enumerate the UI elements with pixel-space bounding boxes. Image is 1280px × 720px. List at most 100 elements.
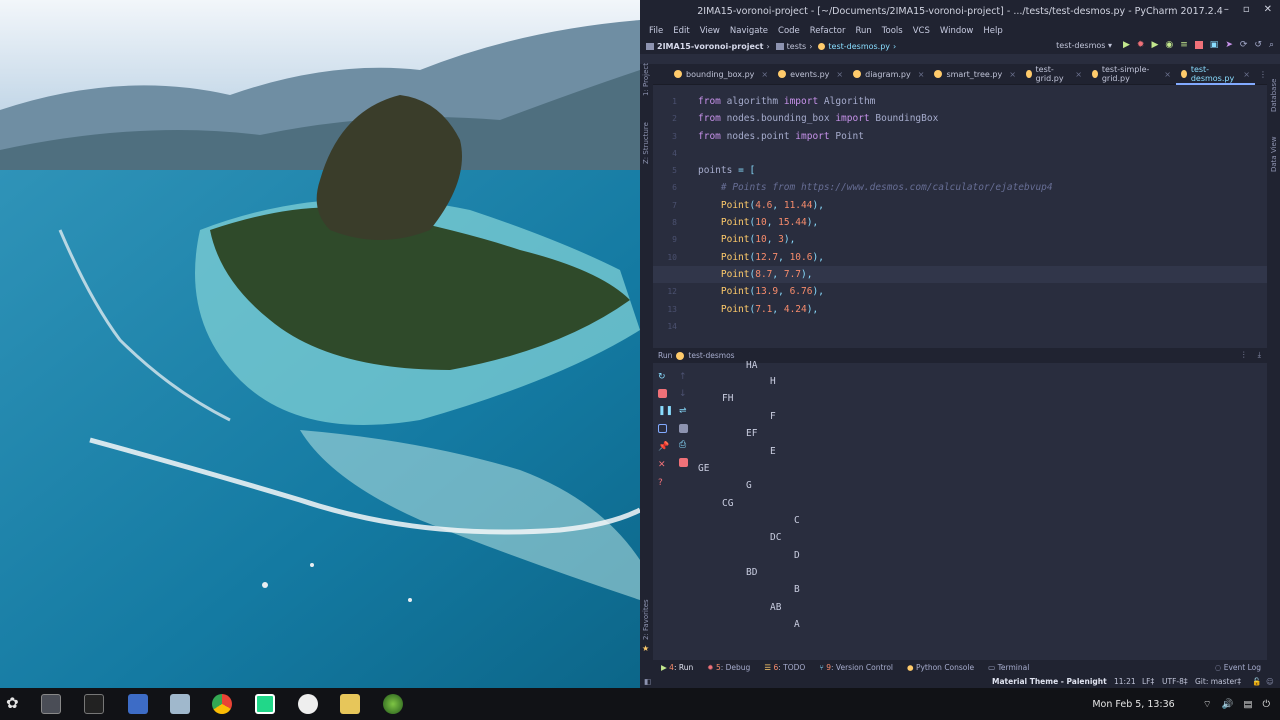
tab-version-control[interactable]: ⑂ 9: Version Control [819, 663, 893, 672]
scroll-down-icon[interactable]: ↓ [679, 389, 688, 399]
clock[interactable]: Mon Feb 5, 13:36 [1092, 699, 1174, 710]
menu-file[interactable]: File [645, 26, 669, 36]
mail-icon[interactable] [298, 694, 318, 714]
revert-icon[interactable]: ↺ [1254, 40, 1262, 50]
tab-smart-tree[interactable]: smart_tree.py × [929, 64, 1020, 85]
close-tab-icon[interactable]: × [918, 70, 925, 79]
soft-wrap-icon[interactable]: ⇌ [679, 406, 688, 416]
close-tab-icon[interactable]: × [761, 70, 768, 79]
help-icon[interactable]: ? [658, 478, 667, 488]
output-line: C [794, 515, 800, 526]
breadcrumb-project[interactable]: 2IMA15-voronoi-project › [646, 42, 770, 51]
file-encoding[interactable]: UTF-8‡ [1162, 677, 1188, 686]
vcs-update-icon[interactable]: ➤ [1225, 40, 1233, 50]
minimize-button[interactable]: – [1224, 4, 1229, 15]
code-editor[interactable]: 1 2 3 4 5 6 7 8 9 10 11 12 13 14 from al… [653, 86, 1267, 332]
pause-icon[interactable]: ❚❚ [658, 406, 673, 416]
menu-tools[interactable]: Tools [878, 26, 909, 36]
menu-help[interactable]: Help [979, 26, 1008, 36]
debug-icon[interactable]: ✹ [1137, 40, 1145, 50]
maximize-button[interactable]: ▫ [1243, 4, 1250, 15]
tool-window-project[interactable]: 1: Project [642, 63, 650, 96]
tab-terminal[interactable]: ▭ Terminal [988, 663, 1029, 672]
wifi-icon[interactable]: ⌔ [1203, 699, 1212, 710]
tab-bounding-box[interactable]: bounding_box.py × [669, 64, 773, 85]
layout-icon[interactable]: ◧ [644, 677, 651, 686]
tab-todo[interactable]: ☰ 6: TODO [764, 663, 805, 672]
power-icon[interactable]: ⏻ [1262, 699, 1270, 710]
inspector-icon[interactable]: ☺ [1266, 677, 1274, 686]
rerun-icon[interactable]: ↻ [658, 372, 667, 382]
git-branch[interactable]: Git: master‡ [1195, 677, 1241, 686]
app-menu-icon[interactable]: ✿ [6, 694, 26, 714]
profile-icon[interactable]: ◉ [1165, 40, 1173, 50]
theme-label[interactable]: Material Theme - Palenight [992, 677, 1107, 686]
close-tab-icon[interactable]: × [1009, 70, 1016, 79]
tool-window-dataview[interactable]: Data View [1270, 136, 1278, 172]
close-tab-icon[interactable]: × [1243, 70, 1250, 79]
breadcrumb-file[interactable]: test-desmos.py › [818, 42, 896, 51]
restore-layout-icon[interactable] [658, 424, 667, 433]
run-configuration-select[interactable]: test-desmos ▾ [1056, 41, 1112, 50]
tab-python-console[interactable]: ● Python Console [907, 663, 974, 672]
tool-window-structure[interactable]: Z: Structure [642, 122, 650, 164]
file-manager-icon[interactable] [128, 694, 148, 714]
event-log-button[interactable]: ◌ Event Log [1215, 663, 1261, 672]
project-structure-icon[interactable]: ▣ [1210, 40, 1219, 50]
tab-debug[interactable]: ✹ 5: Debug [707, 663, 750, 672]
menu-window[interactable]: Window [936, 26, 980, 36]
app-icon[interactable] [383, 694, 403, 714]
close-tab-icon[interactable]: × [1164, 70, 1171, 79]
line-separator[interactable]: LF‡ [1142, 677, 1154, 686]
settings-icon[interactable] [41, 694, 61, 714]
run-icon[interactable]: ▶ [1123, 40, 1130, 50]
menu-run[interactable]: Run [851, 26, 877, 36]
pycharm-icon[interactable] [255, 694, 275, 714]
breadcrumb-folder[interactable]: tests › [775, 42, 812, 51]
menu-refactor[interactable]: Refactor [806, 26, 852, 36]
stop-icon[interactable] [1194, 41, 1203, 49]
tab-test-grid[interactable]: test-grid.py × [1021, 64, 1087, 85]
hide-panel-icon[interactable]: ⤓ [1258, 350, 1261, 360]
search-icon[interactable]: ⌕ [1269, 40, 1274, 50]
more-tabs-icon[interactable]: ⋮ [1259, 70, 1267, 79]
run-config-tab[interactable]: test-desmos [688, 351, 734, 360]
run-coverage-icon[interactable]: ▶ [1151, 40, 1158, 50]
clear-all-icon[interactable] [679, 458, 688, 467]
tab-test-desmos[interactable]: test-desmos.py × [1175, 64, 1256, 85]
right-tool-strip: Database Data View [1267, 64, 1280, 674]
close-tab-icon[interactable]: × [836, 70, 843, 79]
scroll-to-end-icon[interactable] [679, 424, 688, 433]
terminal-icon[interactable] [84, 694, 104, 714]
line-number: 1 [672, 97, 677, 106]
caret-position[interactable]: 11:21 [1114, 677, 1136, 686]
close-button[interactable]: ✕ [1264, 4, 1272, 15]
clipboard-icon[interactable] [170, 694, 190, 714]
menu-vcs[interactable]: VCS [909, 26, 936, 36]
menu-edit[interactable]: Edit [669, 26, 695, 36]
panel-settings-icon[interactable]: ⋮ [1240, 350, 1248, 360]
pin-icon[interactable]: 📌 [658, 442, 669, 452]
tab-diagram[interactable]: diagram.py × [848, 64, 929, 85]
tool-window-database[interactable]: Database [1270, 79, 1278, 112]
concurrency-icon[interactable]: ≡ [1180, 40, 1188, 50]
volume-icon[interactable]: 🔊 [1222, 699, 1234, 710]
tool-window-favorites[interactable]: 2: Favorites [642, 599, 650, 640]
menu-view[interactable]: View [696, 26, 726, 36]
close-tab-icon[interactable]: × [1075, 70, 1082, 79]
scroll-up-icon[interactable]: ↑ [679, 372, 688, 382]
stop-icon[interactable] [658, 389, 667, 398]
tab-run[interactable]: ▶ 4: Run [661, 663, 693, 672]
lock-icon[interactable]: 🔓 [1252, 677, 1261, 686]
run-output-panel: ↻ ↑ ↓ ❚❚ ⇌ 📌 ⎙ ✕ ? HA H FH F EF E GE G C… [653, 360, 1267, 654]
tab-test-simple-grid[interactable]: test-simple-grid.py × [1087, 64, 1176, 85]
notes-icon[interactable] [340, 694, 360, 714]
history-icon[interactable]: ⟳ [1240, 40, 1248, 50]
tab-events[interactable]: events.py × [773, 64, 848, 85]
close-run-icon[interactable]: ✕ [658, 460, 667, 470]
print-icon[interactable]: ⎙ [679, 440, 688, 450]
menu-navigate[interactable]: Navigate [726, 26, 774, 36]
chrome-icon[interactable] [212, 694, 232, 714]
notifications-icon[interactable]: ▤ [1244, 699, 1253, 710]
menu-code[interactable]: Code [774, 26, 806, 36]
